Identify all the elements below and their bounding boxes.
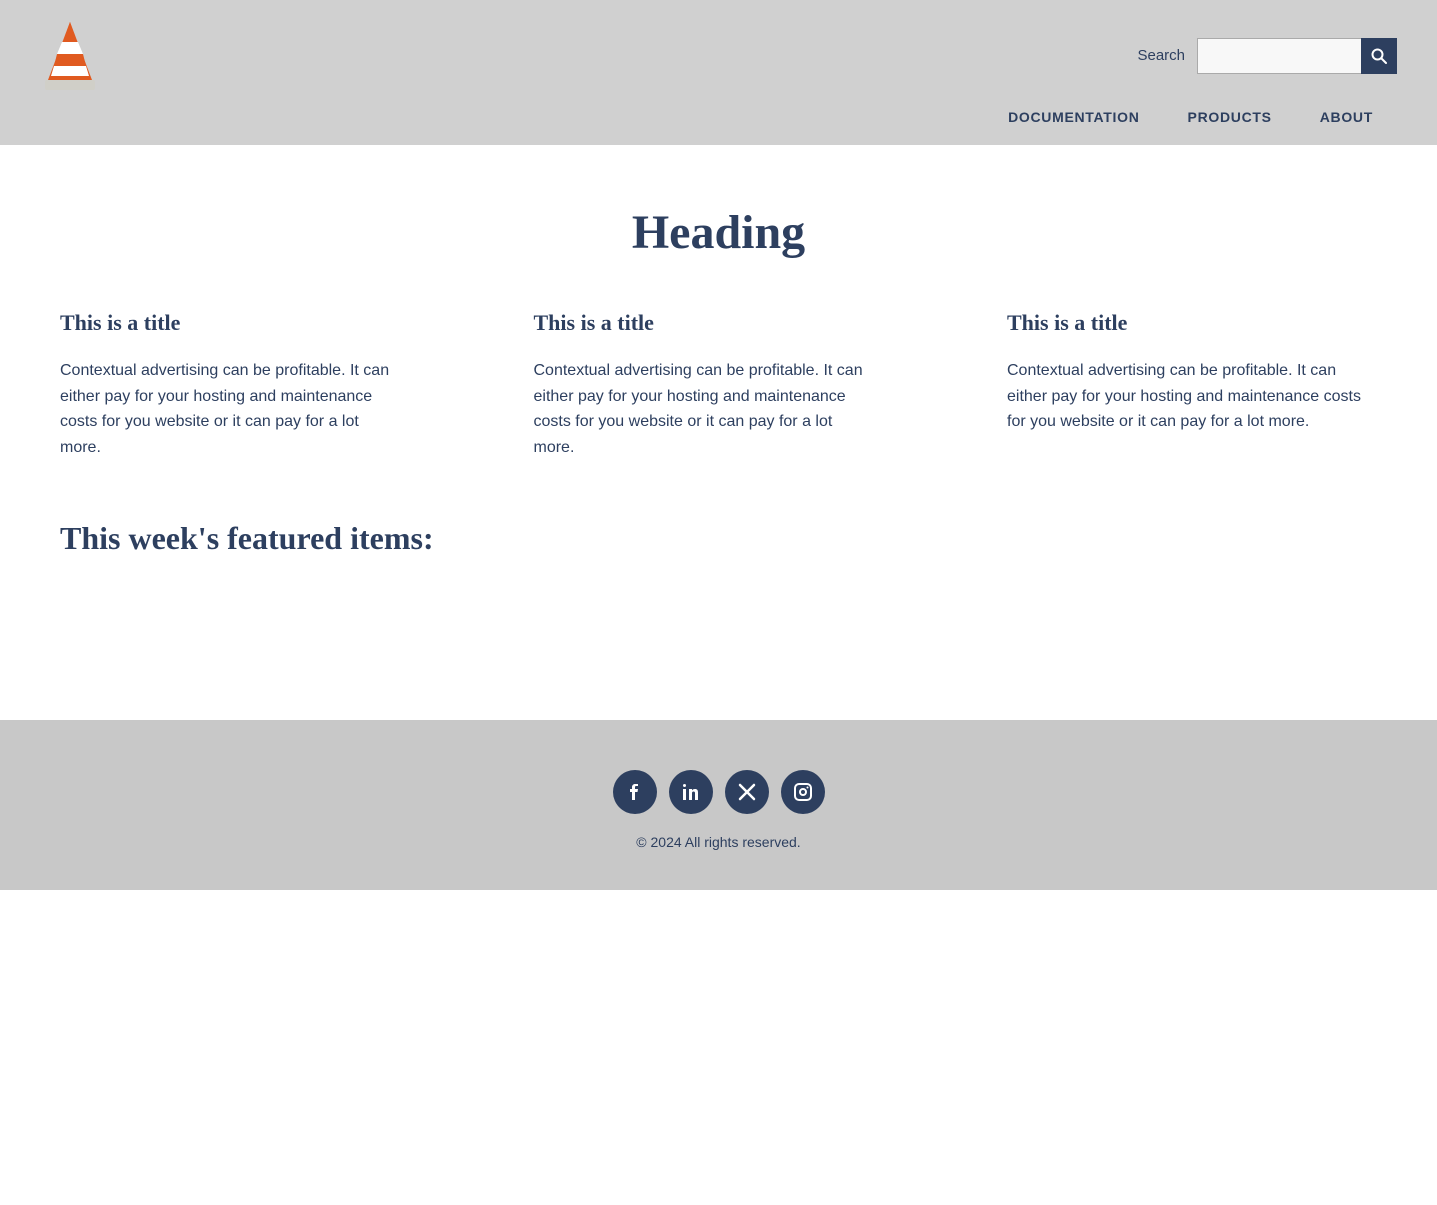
featured-heading: This week's featured items: (60, 520, 1377, 557)
card-3-text: Contextual advertising can be profitable… (1007, 358, 1377, 435)
card-3-title: This is a title (1007, 310, 1377, 336)
x-twitter-icon[interactable] (725, 770, 769, 814)
instagram-icon[interactable] (781, 770, 825, 814)
card-2-title: This is a title (534, 310, 874, 336)
main-nav: DOCUMENTATION PRODUCTS ABOUT (40, 103, 1397, 145)
nav-documentation[interactable]: DOCUMENTATION (984, 103, 1163, 131)
social-icons-row (613, 770, 825, 814)
card-1-text: Contextual advertising can be profitable… (60, 358, 400, 460)
linkedin-icon[interactable] (669, 770, 713, 814)
nav-about[interactable]: ABOUT (1296, 103, 1397, 131)
search-wrapper (1197, 38, 1397, 74)
facebook-icon[interactable] (613, 770, 657, 814)
copyright-text: © 2024 All rights reserved. (636, 834, 800, 850)
footer: © 2024 All rights reserved. (0, 720, 1437, 890)
card-1-title: This is a title (60, 310, 400, 336)
card-3: This is a title Contextual advertising c… (1007, 310, 1377, 460)
card-2-text: Contextual advertising can be profitable… (534, 358, 874, 460)
featured-section: This week's featured items: (60, 520, 1377, 620)
card-2: This is a title Contextual advertising c… (534, 310, 904, 460)
logo[interactable] (40, 18, 100, 93)
cards-row: This is a title Contextual advertising c… (60, 310, 1377, 460)
search-label: Search (1137, 47, 1185, 64)
card-1: This is a title Contextual advertising c… (60, 310, 430, 460)
nav-products[interactable]: PRODUCTS (1164, 103, 1296, 131)
search-button[interactable] (1361, 38, 1397, 74)
search-icon (1371, 48, 1387, 64)
logo-icon (40, 18, 100, 93)
page-heading: Heading (60, 205, 1377, 260)
